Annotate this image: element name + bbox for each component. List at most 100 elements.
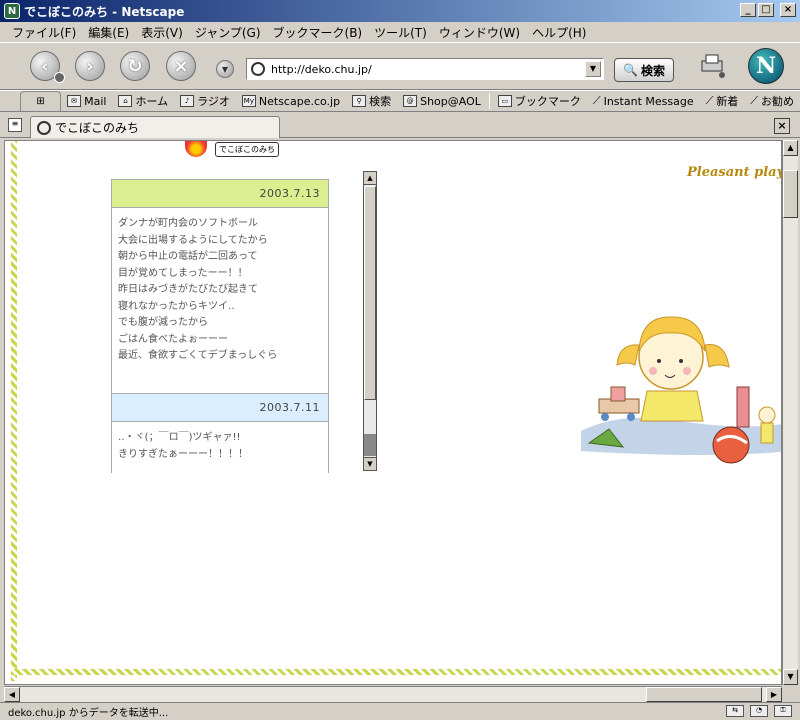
menu-view[interactable]: 表示(V) <box>135 24 189 41</box>
search-button[interactable]: 🔍 検索 <box>614 58 674 82</box>
close-tab-button[interactable]: × <box>774 118 790 134</box>
bookmark-shop[interactable]: @ Shop@AOL <box>397 95 487 108</box>
menu-bar: ファイル(F) 編集(E) 表示(V) ジャンプ(G) ブックマーク(B) ツー… <box>0 22 800 42</box>
forward-button[interactable]: › <box>75 51 105 81</box>
bookmark-label: お勧め <box>761 95 794 108</box>
vertical-scroll-thumb[interactable] <box>783 170 798 218</box>
window-controls: _ □ × <box>740 3 796 17</box>
tab-title: でこぼこのみち <box>55 121 140 135</box>
my-icon: My <box>241 95 256 107</box>
entry-line: 最近、食欲すごくてデブまっしぐら <box>118 350 278 361</box>
menu-edit[interactable]: 編集(E) <box>82 24 135 41</box>
bookmark-new[interactable]: ⟋ 新着 <box>700 93 745 109</box>
scroll-down-arrow-icon[interactable]: ▼ <box>364 457 376 470</box>
back-arrow-icon: ‹ <box>41 55 49 77</box>
address-bar[interactable]: ▼ <box>246 58 604 80</box>
scroll-up-arrow-icon[interactable]: ▲ <box>364 172 376 185</box>
menu-window[interactable]: ウィンドウ(W) <box>433 24 526 41</box>
site-logo[interactable]: でこぼこのみち <box>185 141 279 157</box>
menu-file[interactable]: ファイル(F) <box>6 24 82 41</box>
mail-icon: ✉ <box>67 95 82 107</box>
url-dropdown-button[interactable]: ▼ <box>585 61 601 77</box>
logo-ball-icon <box>185 141 207 157</box>
minimize-button[interactable]: _ <box>740 3 756 17</box>
menu-tools[interactable]: ツール(T) <box>368 24 433 41</box>
tab-current[interactable]: でこぼこのみち <box>30 116 280 138</box>
netscape-n-icon: N <box>4 3 20 19</box>
bookmark-icon: ⟋ <box>592 94 601 107</box>
popup-blocker-icon[interactable]: ◔ <box>750 705 768 717</box>
tab-bar: ≡ でこぼこのみち × <box>0 112 800 138</box>
print-icon[interactable] <box>698 51 726 79</box>
scroll-up-arrow-icon[interactable]: ▲ <box>783 140 798 156</box>
bookmark-label: ラジオ <box>197 95 230 108</box>
bookmark-recommend[interactable]: ⟋ お勧め <box>744 93 800 109</box>
diary-scrollbar[interactable]: ▲ ▼ <box>363 171 377 471</box>
bookmark-icon: ⟋ <box>750 94 758 107</box>
bookmarks-toolbar: ⊞ ✉ Mail ⌂ ホーム ♪ ラジオ My Netscape.co.jp ⚲… <box>0 90 800 112</box>
entry-line: 目が覚めてしまったーー！！ <box>118 267 248 279</box>
navigation-toolbar: ‹ › ↻ × ▼ ▼ 🔍 検索 N <box>0 42 800 90</box>
bookmark-folder[interactable]: ▭ ブックマーク <box>492 93 587 109</box>
entry-line: ごはん食べたよぉーーー <box>118 333 228 345</box>
scroll-thumb[interactable] <box>364 186 376 400</box>
network-status-icon: ⇆ <box>726 705 744 717</box>
shop-icon: @ <box>403 95 418 107</box>
home-icon: ⌂ <box>118 95 133 107</box>
entry-line: 朝から中止の電話が二回あって <box>118 251 258 262</box>
bookmark-netscape[interactable]: My Netscape.co.jp <box>236 95 346 108</box>
bookmark-radio[interactable]: ♪ ラジオ <box>174 93 236 109</box>
url-history-dropdown[interactable]: ▼ <box>216 60 234 78</box>
illustration-caption: Pleasant play <box>687 165 785 180</box>
title-bar: N でこぼこのみち - Netscape _ □ × <box>0 0 800 22</box>
url-input[interactable] <box>271 62 591 76</box>
bookmark-search[interactable]: ⚲ 検索 <box>346 93 397 109</box>
bookmark-label: Instant Message <box>603 94 694 108</box>
search-icon: ⚲ <box>352 95 367 107</box>
reload-button[interactable]: ↻ <box>120 51 150 81</box>
page-horizontal-scrollbar[interactable]: ◀ ▶ <box>4 686 782 702</box>
back-history-dropdown[interactable] <box>54 72 65 83</box>
magnifier-icon: 🔍 <box>623 63 638 77</box>
status-bar: deko.chu.jp からデータを転送中... ⇆ ◔ ⚿ <box>0 702 800 720</box>
menu-go[interactable]: ジャンプ(G) <box>189 24 267 41</box>
entry-line: 寝れなかったからキツイ‥ <box>118 300 235 312</box>
netscape-logo-icon[interactable]: N <box>748 48 784 84</box>
stop-button[interactable]: × <box>166 51 196 81</box>
toolbar-separator <box>488 93 490 109</box>
entry-line: ‥・ヾ(；￣ロ￣)ツギャァ!! <box>118 432 241 443</box>
bookmark-home[interactable]: ⌂ ホーム <box>112 93 174 109</box>
reload-icon: ↻ <box>127 55 143 77</box>
bookmark-label: Netscape.co.jp <box>258 94 341 108</box>
search-button-label: 検索 <box>640 63 665 78</box>
scroll-right-arrow-icon[interactable]: ▶ <box>766 687 782 702</box>
scroll-down-arrow-icon[interactable]: ▼ <box>783 669 798 685</box>
back-button[interactable]: ‹ <box>30 51 65 83</box>
folder-icon: ▭ <box>497 95 512 107</box>
bookmark-mail[interactable]: ✉ Mail <box>61 95 112 108</box>
entry-body: ‥・ヾ(；￣ロ￣)ツギャァ!! きりすぎたぁーーー！！！！ <box>112 422 328 471</box>
girl-playing-illustration <box>581 316 781 464</box>
horizontal-scroll-thumb[interactable] <box>646 687 762 702</box>
bookmark-instant-message[interactable]: ⟋ Instant Message <box>587 94 700 108</box>
page-vertical-scrollbar[interactable]: ▲ ▼ <box>782 140 798 685</box>
bookmark-label: Mail <box>84 94 107 108</box>
logo-label: でこぼこのみち <box>215 141 279 157</box>
security-lock-icon[interactable]: ⚿ <box>774 705 792 717</box>
scroll-left-arrow-icon[interactable]: ◀ <box>4 687 20 702</box>
bookmark-label: 新着 <box>716 95 739 108</box>
maximize-button[interactable]: □ <box>758 3 774 17</box>
close-button[interactable]: × <box>780 3 796 17</box>
radio-icon: ♪ <box>180 95 195 107</box>
site-favicon-icon <box>37 120 51 135</box>
entry-date: 2003.7.11 <box>112 394 328 422</box>
bookmark-label: ホーム <box>135 95 169 108</box>
status-icons: ⇆ ◔ ⚿ <box>726 705 792 717</box>
entry-line: でも腹が減ったから <box>118 317 208 328</box>
bookmark-label: 検索 <box>369 95 392 108</box>
sidebar-toggle-icon[interactable]: ⊞ <box>20 91 62 111</box>
menu-help[interactable]: ヘルプ(H) <box>526 24 592 41</box>
new-tab-icon[interactable]: ≡ <box>8 118 22 132</box>
bookmark-label: ブックマーク <box>514 95 581 108</box>
menu-bookmarks[interactable]: ブックマーク(B) <box>267 24 369 41</box>
